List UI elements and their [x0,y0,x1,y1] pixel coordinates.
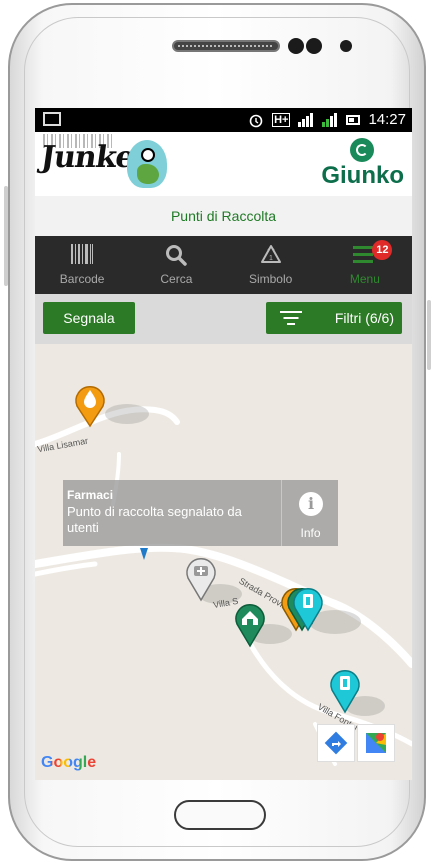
proximity-sensor [340,40,352,52]
network-type: H+ [272,112,291,127]
phone-speaker [172,40,280,52]
pin-teal-battery-2[interactable] [328,666,362,714]
front-sensor [306,38,322,54]
signal-icon-2 [322,112,338,127]
volume-button [4,186,8,286]
popup-info-button[interactable]: i Info [281,480,339,546]
nav-label-barcode: Barcode [59,272,105,286]
nav-item-symbol[interactable]: 1 Simbolo [224,236,318,294]
google-logo-text: Google [41,754,97,771]
report-button[interactable]: Segnala [43,302,135,334]
status-icons: H+ 14:27 [248,111,406,128]
mascot-icon [127,140,167,188]
pin-teal-battery[interactable] [291,584,325,632]
nav-item-barcode[interactable]: Barcode [35,236,129,294]
nav-item-menu[interactable]: 12 Menu [318,236,412,294]
nav-label-menu: Menu [349,272,380,286]
notification-badge: 12 [372,240,393,260]
filters-button[interactable]: Filtri (6/6) [266,302,402,334]
map-info-popup[interactable]: Farmaci Punto di raccolta segnalato da u… [63,480,338,546]
directions-button[interactable] [317,724,355,762]
nav-item-search[interactable]: Cerca [129,236,223,294]
svg-text:1: 1 [269,255,273,262]
directions-icon [324,731,348,755]
giunko-logo-mark [350,138,374,162]
map-view[interactable]: Villa Lisamar Strada Provinciale 18 Vill… [35,344,412,780]
page-title-bar: Punti di Raccolta [35,196,412,236]
popup-description: Punto di raccolta segnalato da utenti [67,504,242,535]
home-button[interactable] [174,800,266,830]
app-screen: H+ 14:27 Junker Giunko Punti di Raccolta… [35,108,412,780]
filters-label: Filtri (6/6) [334,310,394,326]
pin-orange-water[interactable] [73,382,107,428]
pin-gray-pharmacy[interactable] [184,554,218,602]
power-button [427,300,431,370]
bottom-nav: Barcode Cerca 1 Simbolo 12 Menu [35,236,412,294]
filter-icon [280,311,302,325]
search-icon [166,245,188,266]
recycle-icon: 1 [260,245,281,263]
google-maps-button[interactable] [357,724,395,762]
nav-label-symbol: Simbolo [248,272,293,286]
pin-green-home[interactable] [233,600,267,648]
nav-label-search: Cerca [160,272,193,286]
info-icon: i [299,492,323,516]
status-bar: H+ 14:27 [35,108,412,132]
map-toolbar: Segnala Filtri (6/6) [35,294,412,344]
google-maps-icon [366,733,386,753]
signal-icon [298,112,314,127]
app-header: Junker Giunko [35,132,412,196]
pin-blue-tip[interactable] [138,548,150,562]
page-title: Punti di Raccolta [170,208,277,224]
popup-info-label: Info [300,526,321,540]
front-camera [288,38,304,54]
notification-icon [43,112,61,126]
clock: 14:27 [368,111,406,128]
popup-title: Farmaci [67,488,114,502]
battery-icon [346,114,361,125]
giunko-logo: Giunko [321,162,404,189]
google-attribution: Google [41,754,96,772]
alarm-icon [249,114,263,127]
barcode-icon [71,244,94,264]
